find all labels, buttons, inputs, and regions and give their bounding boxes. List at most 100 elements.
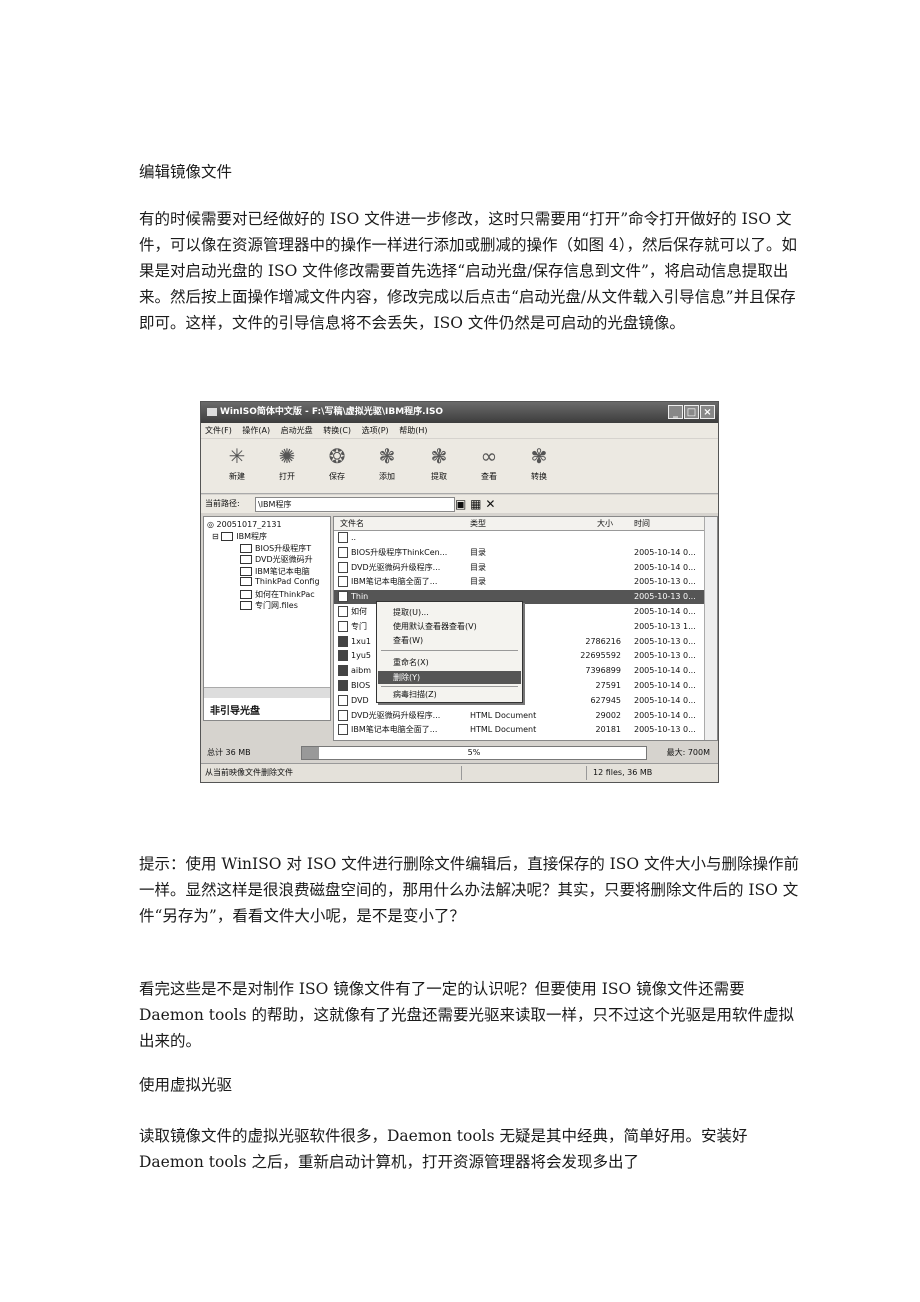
cell-text: 1xu1 [351, 636, 371, 646]
file-icon [338, 650, 348, 662]
column-name[interactable]: 文件名 [340, 518, 364, 529]
cell-size: 2786216 [549, 635, 621, 649]
tree-item-ibm[interactable]: ⊟ IBM程序 [212, 531, 267, 542]
list-view-icon[interactable]: ▦ [470, 497, 481, 511]
menu-item-delete[interactable]: 删除(Y) [378, 671, 521, 684]
cell-time: 2005-10-14 0... [634, 546, 704, 560]
column-type[interactable]: 类型 [470, 518, 486, 529]
cell-text: 2005-10-14 0... [634, 681, 696, 690]
cell-text: 1yu5 [351, 651, 371, 661]
menu-help[interactable]: 帮助(H) [399, 426, 427, 435]
folder-icon [221, 532, 234, 541]
extract-button[interactable]: ❃ 提取 [421, 443, 457, 482]
size-bar: 总计 36 MB 5% 最大: 700M [201, 744, 718, 761]
cell-size: 627945 [549, 694, 621, 708]
disc-icon: ◎ [207, 520, 214, 529]
cell-size: 29002 [549, 709, 621, 723]
minimize-icon[interactable]: _ [668, 405, 683, 419]
cell-text: 2005-10-13 0... [634, 592, 696, 602]
cell-text: IBM笔记本电脑全面了... [351, 577, 438, 587]
save-icon: ❂ [328, 444, 346, 468]
column-time[interactable]: 时间 [634, 518, 650, 529]
cell-text: HTML Document [470, 710, 537, 720]
tree-item[interactable]: DVD光驱微码升 [240, 554, 328, 565]
cell-text: 专门 [351, 621, 367, 631]
status-bar: 从当前映像文件删除文件 12 files, 36 MB [201, 763, 718, 782]
cell-time: 2005-10-14 0... [634, 605, 704, 619]
cell-text: 20181 [595, 725, 621, 735]
status-file-count: 12 files, 36 MB [593, 768, 653, 777]
save-button[interactable]: ❂ 保存 [319, 443, 355, 482]
cell-text: 2786216 [585, 636, 621, 646]
cell-name: IBM笔记本电脑全面了... [338, 575, 466, 589]
add-button[interactable]: ❃ 添加 [369, 443, 405, 482]
file-icon [338, 532, 348, 543]
cell-text: 29002 [595, 710, 621, 720]
file-icon [338, 680, 348, 691]
column-size[interactable]: 大小 [597, 518, 613, 529]
menu-item-extract[interactable]: 提取(U)... [393, 606, 429, 619]
path-bar: 当前路径: \IBM程序 ▣ ▦ ✕ [201, 495, 718, 513]
table-row[interactable]: DVD光驱微码升级程序... 目录 2005-10-14 0... [334, 561, 705, 575]
menu-bar: 文件(F) 操作(A) 启动光盘 转换(C) 选项(P) 帮助(H) [201, 423, 718, 438]
cell-time: 2005-10-13 0... [634, 575, 704, 589]
context-menu: 提取(U)... 使用默认查看器查看(V) 查看(W) 重命名(X) 删除(Y)… [376, 601, 523, 703]
maximize-icon[interactable]: □ [684, 405, 699, 419]
menu-item-rename[interactable]: 重命名(X) [393, 656, 429, 669]
cell-time: 2005-10-14 0... [634, 709, 704, 723]
menu-file[interactable]: 文件(F) [205, 426, 232, 435]
folder-icon [240, 577, 252, 586]
table-row[interactable]: BIOS升级程序ThinkCen... 目录 2005-10-14 0... [334, 546, 705, 560]
tree-item[interactable]: IBM笔记本电脑 [240, 566, 328, 577]
menu-convert[interactable]: 转换(C) [323, 426, 351, 435]
tree-item[interactable]: 如何在ThinkPac [240, 589, 328, 600]
convert-icon: ✾ [530, 444, 548, 468]
path-input[interactable]: \IBM程序 [255, 497, 455, 512]
convert-button[interactable]: ✾ 转换 [521, 443, 557, 482]
cell-time: 2005-10-14 0... [634, 694, 704, 708]
new-icon: ✳ [228, 444, 246, 468]
menu-options[interactable]: 选项(P) [362, 426, 389, 435]
cell-name: BIOS升级程序ThinkCen... [338, 546, 466, 560]
new-button[interactable]: ✳ 新建 [219, 443, 255, 482]
menu-item-view[interactable]: 查看(W) [393, 634, 423, 647]
folder-icon [240, 567, 252, 576]
folder-up-icon[interactable]: ▣ [455, 497, 466, 511]
list-header: 文件名 类型 大小 时间 [334, 517, 705, 531]
view-icon: ∞ [480, 444, 498, 468]
table-row[interactable]: DVD光驱微码升级程序... HTML Document 29002 2005-10-… [334, 709, 705, 723]
cell-text: 2005-10-13 1... [634, 621, 696, 631]
cell-time: 2005-10-13 1... [634, 620, 704, 634]
progress-label: 5% [467, 748, 481, 757]
tree-item[interactable]: BIOS升级程序T [240, 543, 328, 554]
table-row[interactable]: IBM笔记本电脑全面了... 目录 2005-10-13 0... [334, 575, 705, 589]
view-button[interactable]: ∞ 查看 [471, 443, 507, 482]
cell-text: 27591 [595, 681, 621, 690]
close-icon[interactable]: × [700, 405, 715, 419]
cell-text: IBM笔记本电脑全面了... [351, 725, 438, 735]
menu-boot-disc[interactable]: 启动光盘 [281, 426, 313, 435]
file-icon [338, 665, 348, 677]
table-row[interactable]: .. [334, 531, 705, 545]
list-scrollbar[interactable] [704, 517, 717, 740]
menu-action[interactable]: 操作(A) [242, 426, 270, 435]
cell-text: BIOS升级程序ThinkCen... [351, 547, 448, 557]
toolbar: ✳ 新建 ✺ 打开 ❂ 保存 ❃ 添加 ❃ 提取 ∞ 查看 ✾ 转换 [201, 439, 718, 494]
cell-text: 2005-10-13 0... [634, 577, 696, 587]
menu-item-virus-scan[interactable]: 病毒扫描(Z) [393, 688, 437, 701]
tree-scrollbar[interactable] [204, 687, 330, 698]
menu-separator [381, 650, 518, 651]
menu-item-open-default-viewer[interactable]: 使用默认查看器查看(V) [393, 620, 477, 633]
cell-time: 2005-10-13 0... [634, 649, 704, 663]
table-row[interactable]: IBM笔记本电脑全面了... HTML Document 20181 2005-10-… [334, 723, 705, 737]
tree-item[interactable]: 专门网.files [240, 600, 328, 611]
section-heading-virtual-drive: 使用虚拟光驱 [139, 1076, 233, 1094]
cell-text: 627945 [590, 695, 621, 705]
open-button[interactable]: ✺ 打开 [269, 443, 305, 482]
cell-text: 2005-10-13 0... [634, 725, 696, 735]
file-icon [338, 694, 348, 706]
tree-root[interactable]: ◎ 20051017_2131 [207, 520, 282, 529]
delete-icon[interactable]: ✕ [485, 497, 495, 511]
cell-text: DVD [351, 695, 369, 705]
tree-item[interactable]: ThinkPad Config [240, 577, 328, 586]
